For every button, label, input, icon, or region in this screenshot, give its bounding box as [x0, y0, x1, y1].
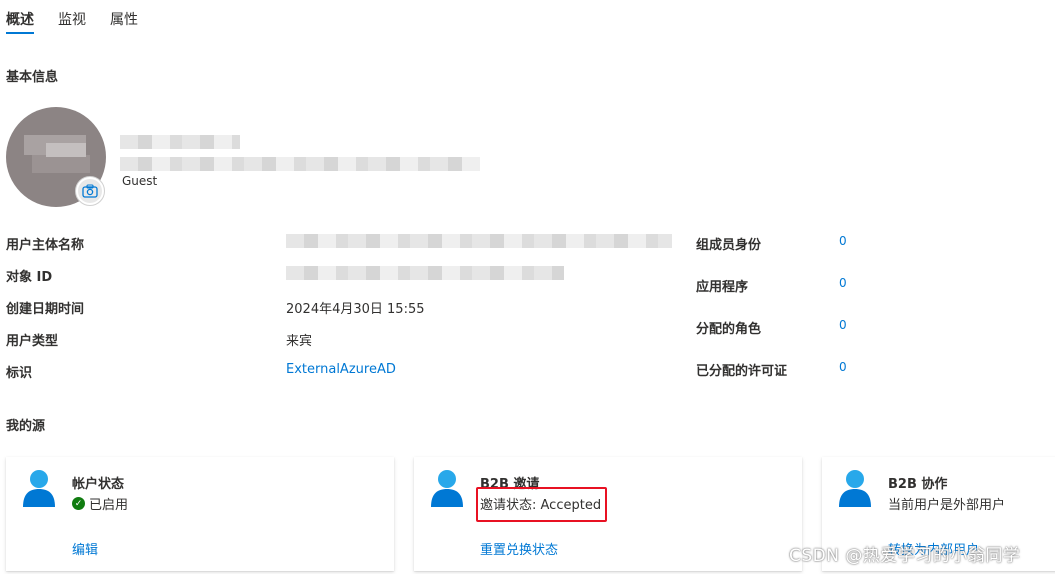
upn-label: 用户主体名称	[6, 238, 85, 253]
applications-label: 应用程序	[696, 280, 749, 295]
collaboration-status-text: 当前用户是外部用户	[888, 498, 1006, 513]
identity-label: 标识	[6, 366, 33, 381]
change-photo-button[interactable]	[75, 176, 105, 206]
user-type-label: 用户类型	[6, 334, 59, 349]
redacted-email	[120, 157, 480, 171]
account-status-value: 已启用	[89, 498, 129, 513]
highlight-annotation	[476, 487, 607, 522]
group-membership-count[interactable]: 0	[839, 234, 847, 248]
watermark-text: CSDN @热爱学习的小翁同学	[789, 546, 1021, 566]
assigned-licenses-label: 已分配的许可证	[696, 364, 788, 379]
user-icon	[23, 470, 55, 507]
created-label: 创建日期时间	[6, 302, 85, 317]
redacted-upn-value	[286, 234, 672, 248]
user-type-value: 来宾	[286, 334, 313, 349]
assigned-roles-label: 分配的角色	[696, 322, 762, 337]
applications-count[interactable]: 0	[839, 276, 847, 290]
check-icon: ✓	[72, 497, 85, 510]
identity-link[interactable]: ExternalAzureAD	[286, 362, 396, 377]
reset-redemption-link[interactable]: 重置兑换状态	[480, 539, 558, 558]
edit-link[interactable]: 编辑	[72, 539, 98, 558]
group-membership-label: 组成员身份	[696, 238, 762, 253]
b2b-collaboration-title: B2B 协作	[888, 477, 948, 492]
created-value: 2024年4月30日 15:55	[286, 302, 425, 317]
account-status-title: 帐户状态	[72, 477, 125, 492]
b2b-invitation-card: B2B 邀请 邀请状态: Accepted 重置兑换状态	[414, 457, 802, 571]
camera-icon	[78, 179, 102, 203]
redacted-display-name	[120, 135, 240, 149]
redacted-object-id-value	[286, 266, 564, 280]
account-status-text: ✓ 已启用	[72, 494, 128, 513]
basic-info-heading: 基本信息	[6, 70, 59, 85]
assigned-licenses-count[interactable]: 0	[839, 360, 847, 374]
active-tab-indicator	[6, 32, 34, 34]
object-id-label: 对象 ID	[6, 270, 53, 285]
my-feeds-heading: 我的源	[6, 419, 46, 434]
user-icon	[431, 470, 463, 507]
user-type-tag: Guest	[122, 174, 158, 188]
tab-bar: 概述 监视 属性	[0, 0, 1055, 36]
account-status-card: 帐户状态 ✓ 已启用 编辑	[6, 457, 394, 571]
tab-monitoring[interactable]: 监视	[58, 9, 86, 29]
assigned-roles-count[interactable]: 0	[839, 318, 847, 332]
tab-properties[interactable]: 属性	[110, 9, 138, 29]
tab-overview[interactable]: 概述	[6, 9, 34, 29]
user-icon	[839, 470, 871, 507]
